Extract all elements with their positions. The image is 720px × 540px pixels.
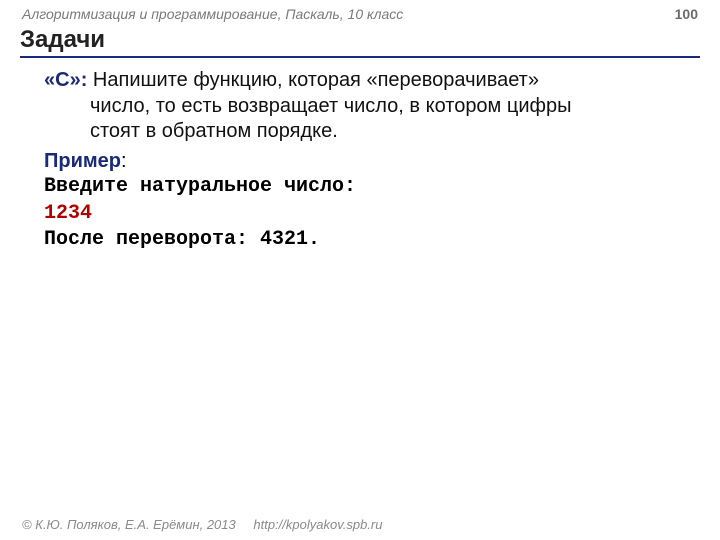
example-prompt: Введите натуральное число: <box>44 174 692 200</box>
task-line-3: стоят в обратном порядке. <box>44 119 692 145</box>
slide-content: «С»: Напишите функцию, которая «перевора… <box>0 60 720 254</box>
slide-title: Задачи <box>20 26 700 58</box>
slide: Алгоритмизация и программирование, Паска… <box>0 0 720 540</box>
slide-header: Алгоритмизация и программирование, Паска… <box>0 0 720 26</box>
example-label: Пример: <box>44 149 692 175</box>
footer-url: http://kpolyakov.spb.ru <box>253 517 382 532</box>
task-line-2: число, то есть возвращает число, в котор… <box>44 94 692 120</box>
task-text-1: Напишите функцию, которая «переворачивае… <box>87 69 539 91</box>
slide-footer: © К.Ю. Поляков, Е.А. Ерёмин, 2013 http:/… <box>0 511 720 540</box>
example-input: 1234 <box>44 201 692 227</box>
task-text-2: число, то есть возвращает число, в котор… <box>90 95 571 117</box>
footer-copyright: © К.Ю. Поляков, Е.А. Ерёмин, 2013 <box>22 517 236 532</box>
course-label: Алгоритмизация и программирование, Паска… <box>22 6 403 22</box>
task-grade-label: «С» <box>44 69 81 91</box>
example-output: После переворота: 4321. <box>44 227 692 253</box>
page-number: 100 <box>675 6 698 22</box>
task-text-3: стоят в обратном порядке. <box>90 120 338 142</box>
example-label-colon: : <box>121 150 127 172</box>
example-label-text: Пример <box>44 150 121 172</box>
task-line-1: «С»: Напишите функцию, которая «перевора… <box>44 68 692 94</box>
